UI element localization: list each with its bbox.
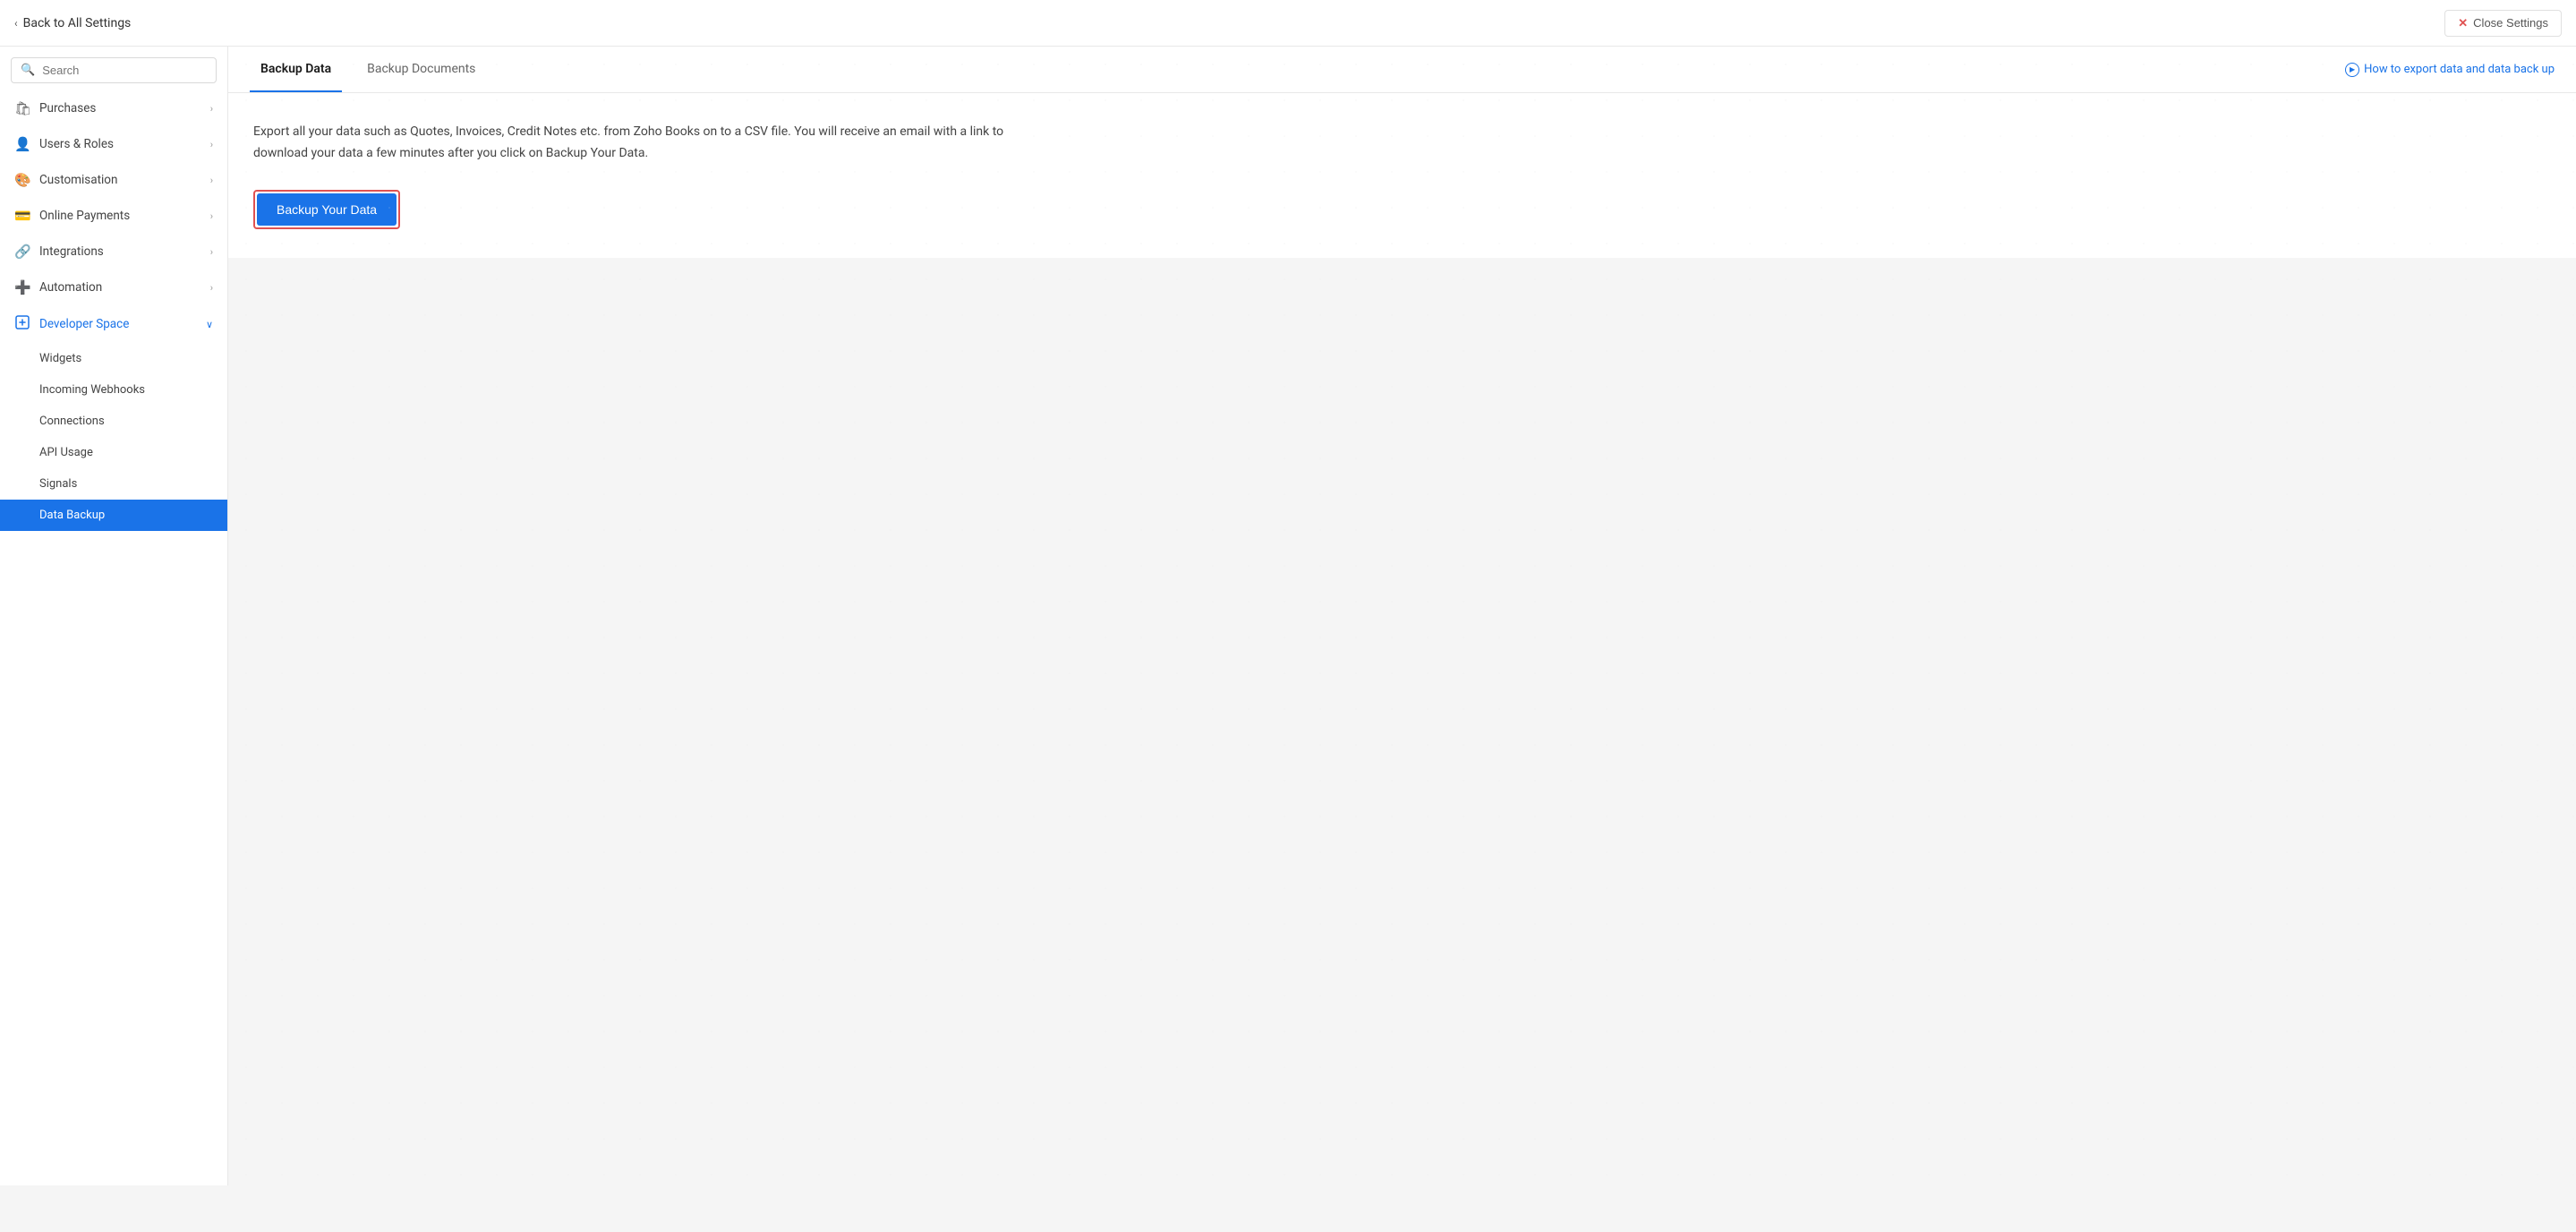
- content-area: Export all your data such as Quotes, Inv…: [228, 93, 1034, 258]
- integrations-chevron-icon: ›: [210, 246, 213, 258]
- sidebar-item-automation-label: Automation: [39, 280, 102, 295]
- sidebar-item-integrations[interactable]: 🔗 Integrations ›: [0, 234, 227, 270]
- backup-button-wrap: Backup Your Data: [253, 190, 400, 229]
- sidebar-sub-item-api-usage[interactable]: API Usage: [0, 437, 227, 468]
- backup-your-data-button[interactable]: Backup Your Data: [257, 193, 397, 226]
- sidebar-item-users-roles[interactable]: 👤 Users & Roles ›: [0, 126, 227, 162]
- sidebar-item-customisation[interactable]: 🎨 Customisation ›: [0, 162, 227, 198]
- automation-chevron-icon: ›: [210, 282, 213, 294]
- online-payments-chevron-icon: ›: [210, 210, 213, 222]
- sidebar-sub-item-incoming-webhooks[interactable]: Incoming Webhooks: [0, 374, 227, 406]
- tab-backup-documents[interactable]: Backup Documents: [356, 47, 486, 92]
- integrations-icon: 🔗: [14, 244, 30, 260]
- sidebar-item-purchases[interactable]: 🛍 Purchases ›: [0, 90, 227, 126]
- customisation-icon: 🎨: [14, 172, 30, 188]
- sidebar-item-users-roles-label: Users & Roles: [39, 137, 114, 151]
- help-link-label: How to export data and data back up: [2364, 63, 2555, 76]
- description-text: Export all your data such as Quotes, Inv…: [253, 122, 1009, 165]
- sidebar-item-online-payments[interactable]: 💳 Online Payments ›: [0, 198, 227, 234]
- signals-label: Signals: [39, 477, 77, 491]
- search-box: 🔍: [0, 47, 227, 90]
- top-bar: ‹ Back to All Settings ✕ Close Settings: [0, 0, 2576, 47]
- search-input-wrap[interactable]: 🔍: [11, 57, 217, 83]
- developer-space-icon: [14, 315, 30, 333]
- developer-space-chevron-icon: ∨: [206, 319, 213, 330]
- help-link[interactable]: ▶ How to export data and data back up: [2345, 63, 2555, 77]
- sidebar-sub-item-connections[interactable]: Connections: [0, 406, 227, 437]
- sidebar-item-developer-space[interactable]: Developer Space ∨: [0, 305, 227, 343]
- sidebar-item-customisation-label: Customisation: [39, 173, 117, 187]
- sidebar: 🔍 🛍 Purchases › 👤 Users & Roles › 🎨 C: [0, 47, 228, 1185]
- api-usage-label: API Usage: [39, 446, 93, 459]
- users-roles-icon: 👤: [14, 136, 30, 152]
- online-payments-icon: 💳: [14, 208, 30, 224]
- tab-backup-data-label: Backup Data: [260, 62, 331, 76]
- back-label: Back to All Settings: [23, 16, 132, 30]
- sidebar-sub-item-signals[interactable]: Signals: [0, 468, 227, 500]
- connections-label: Connections: [39, 415, 105, 428]
- back-chevron-icon: ‹: [14, 17, 18, 30]
- sidebar-item-online-payments-label: Online Payments: [39, 209, 130, 223]
- purchases-icon: 🛍: [14, 100, 30, 116]
- customisation-chevron-icon: ›: [210, 175, 213, 186]
- widgets-label: Widgets: [39, 352, 81, 365]
- sidebar-item-developer-space-label: Developer Space: [39, 317, 129, 331]
- purchases-chevron-icon: ›: [210, 103, 213, 115]
- close-settings-label: Close Settings: [2473, 16, 2548, 30]
- sidebar-sub-item-widgets[interactable]: Widgets: [0, 343, 227, 374]
- tabs-bar: Backup Data Backup Documents ▶ How to ex…: [228, 47, 2576, 93]
- close-settings-button[interactable]: ✕ Close Settings: [2444, 10, 2562, 37]
- main-content: Backup Data Backup Documents ▶ How to ex…: [228, 47, 2576, 258]
- data-backup-label: Data Backup: [39, 509, 105, 522]
- back-to-settings-link[interactable]: ‹ Back to All Settings: [14, 16, 131, 30]
- users-roles-chevron-icon: ›: [210, 139, 213, 150]
- tab-backup-documents-label: Backup Documents: [367, 62, 475, 76]
- sidebar-sub-item-data-backup[interactable]: Data Backup: [0, 500, 227, 531]
- search-input[interactable]: [42, 64, 207, 77]
- search-icon: 🔍: [21, 64, 35, 77]
- automation-icon: ➕: [14, 279, 30, 295]
- layout: 🔍 🛍 Purchases › 👤 Users & Roles › 🎨 C: [0, 47, 2576, 1185]
- play-icon: ▶: [2345, 63, 2359, 77]
- sidebar-item-purchases-label: Purchases: [39, 101, 96, 116]
- incoming-webhooks-label: Incoming Webhooks: [39, 383, 145, 397]
- sidebar-item-integrations-label: Integrations: [39, 244, 104, 259]
- tab-backup-data[interactable]: Backup Data: [250, 47, 342, 92]
- sidebar-item-automation[interactable]: ➕ Automation ›: [0, 270, 227, 305]
- close-x-icon: ✕: [2458, 16, 2468, 30]
- main-wrapper: Backup Data Backup Documents ▶ How to ex…: [228, 47, 2576, 1185]
